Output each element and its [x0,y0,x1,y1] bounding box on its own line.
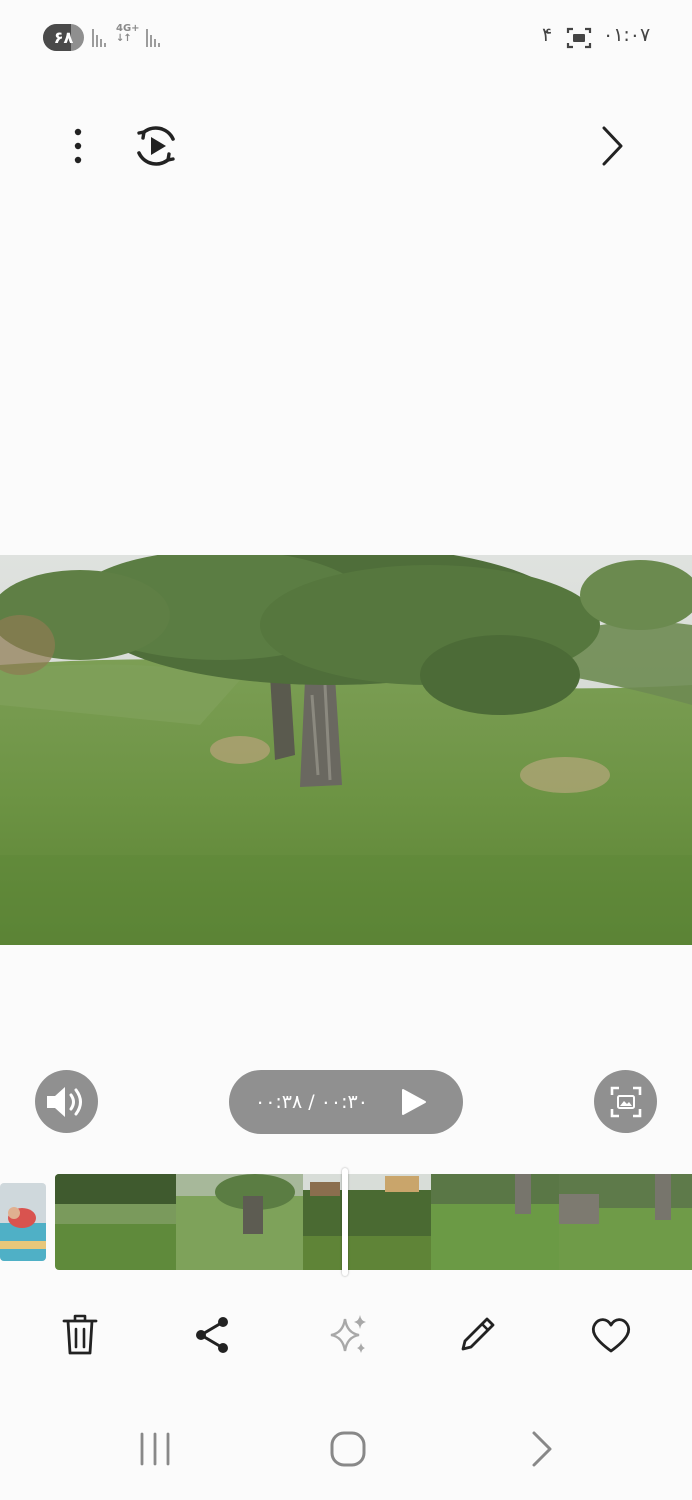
clock: ۰۱:۰۷ [603,24,651,46]
edit-icon[interactable] [457,1313,499,1355]
sparkle-icon[interactable] [325,1313,369,1357]
notification-count: ۴ [542,24,553,46]
play-icon[interactable] [399,1088,427,1116]
more-options-icon[interactable] [66,126,90,166]
heart-icon[interactable] [589,1316,633,1354]
volume-icon [47,1087,82,1117]
network-type: 4G+ ↓↑ [116,24,140,44]
capture-frame-icon [610,1086,642,1118]
time-display: ۰۰:۳۸ / ۰۰:۳۰ [255,1091,368,1113]
battery-indicator: ۶۸ [43,24,84,51]
filmstrip-frames [55,1174,692,1270]
playhead-handle[interactable] [342,1168,348,1276]
previous-item-thumbnail[interactable] [0,1183,46,1261]
next-icon[interactable] [598,124,626,168]
home-icon[interactable] [329,1430,367,1468]
capture-frame-button[interactable] [594,1070,657,1133]
trash-icon[interactable] [62,1313,98,1357]
share-icon[interactable] [193,1315,231,1355]
signal-icon [92,29,110,47]
playback-control[interactable]: ۰۰:۳۸ / ۰۰:۳۰ [229,1070,463,1134]
thumbnail-image [0,1183,46,1261]
signal-icon [146,29,164,47]
motion-photo-icon[interactable] [133,123,179,169]
data-activity-icon: ↓↑ [116,33,132,44]
back-icon[interactable] [528,1430,556,1468]
media-image[interactable] [0,555,692,945]
volume-button[interactable] [35,1070,98,1133]
screenshot-icon [566,27,592,49]
video-filmstrip[interactable] [55,1174,692,1270]
recents-icon[interactable] [137,1432,173,1466]
battery-level: ۶۸ [53,28,74,47]
